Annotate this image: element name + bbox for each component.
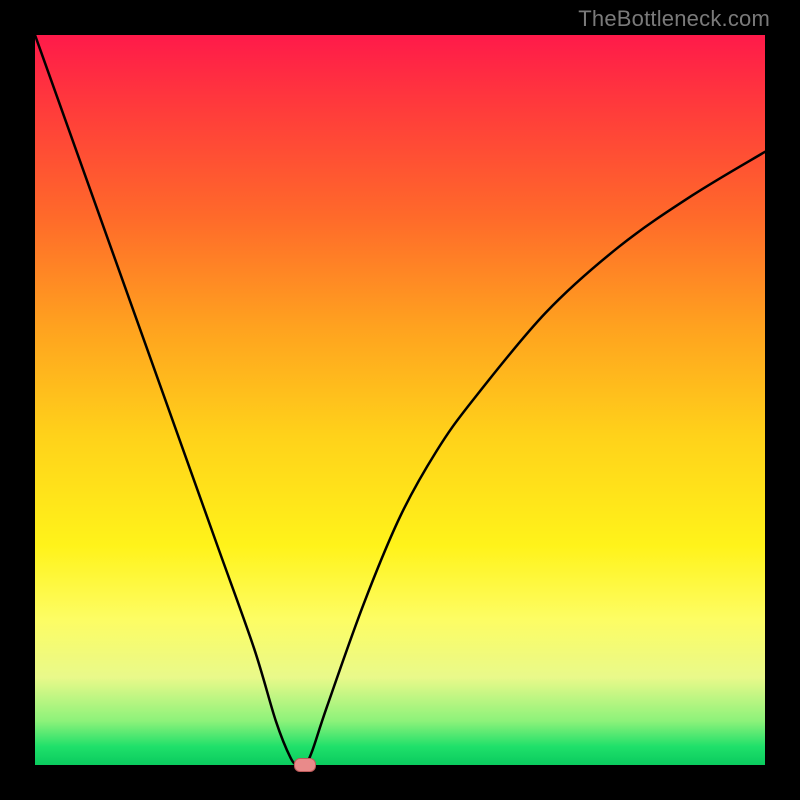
bottleneck-curve: [35, 35, 765, 765]
plot-area: [35, 35, 765, 765]
watermark-text: TheBottleneck.com: [578, 6, 770, 32]
chart-frame: TheBottleneck.com: [0, 0, 800, 800]
optimum-marker: [294, 758, 316, 772]
